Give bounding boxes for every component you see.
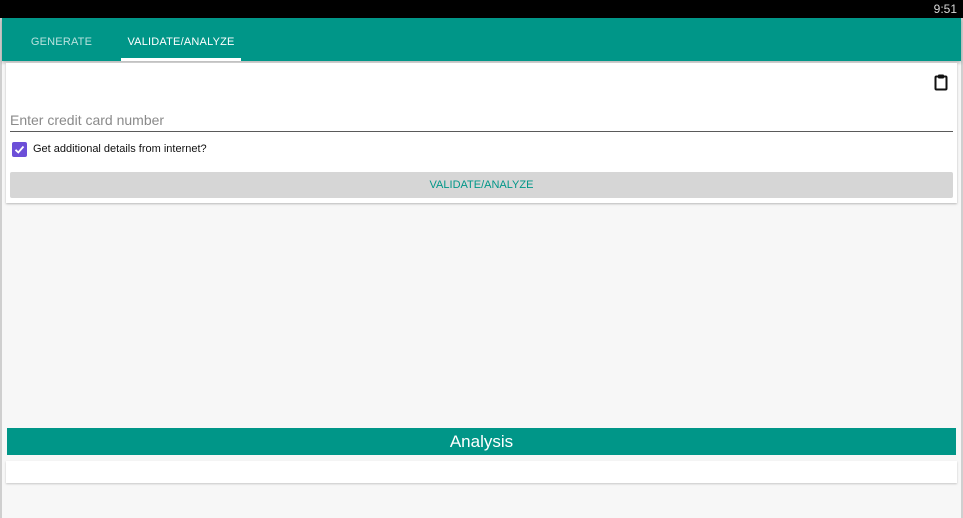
analysis-header: Analysis bbox=[7, 428, 956, 455]
clipboard-icon[interactable] bbox=[932, 73, 950, 91]
status-time: 9:51 bbox=[933, 2, 957, 16]
validate-card: Get additional details from internet? VA… bbox=[6, 63, 957, 203]
credit-card-input[interactable] bbox=[10, 111, 953, 132]
status-bar: 9:51 bbox=[0, 0, 963, 18]
details-checkbox[interactable] bbox=[12, 142, 27, 157]
checkmark-icon bbox=[14, 145, 25, 154]
tab-bar: GENERATE VALIDATE/ANALYZE bbox=[2, 18, 961, 61]
app-frame: GENERATE VALIDATE/ANALYZE Get additional… bbox=[0, 18, 963, 518]
details-checkbox-label: Get additional details from internet? bbox=[33, 143, 207, 155]
validate-analyze-button[interactable]: VALIDATE/ANALYZE bbox=[10, 172, 953, 198]
tab-generate[interactable]: GENERATE bbox=[2, 18, 121, 61]
tab-validate-analyze[interactable]: VALIDATE/ANALYZE bbox=[121, 18, 241, 61]
analysis-results bbox=[6, 461, 957, 483]
tab-indicator bbox=[121, 58, 241, 61]
